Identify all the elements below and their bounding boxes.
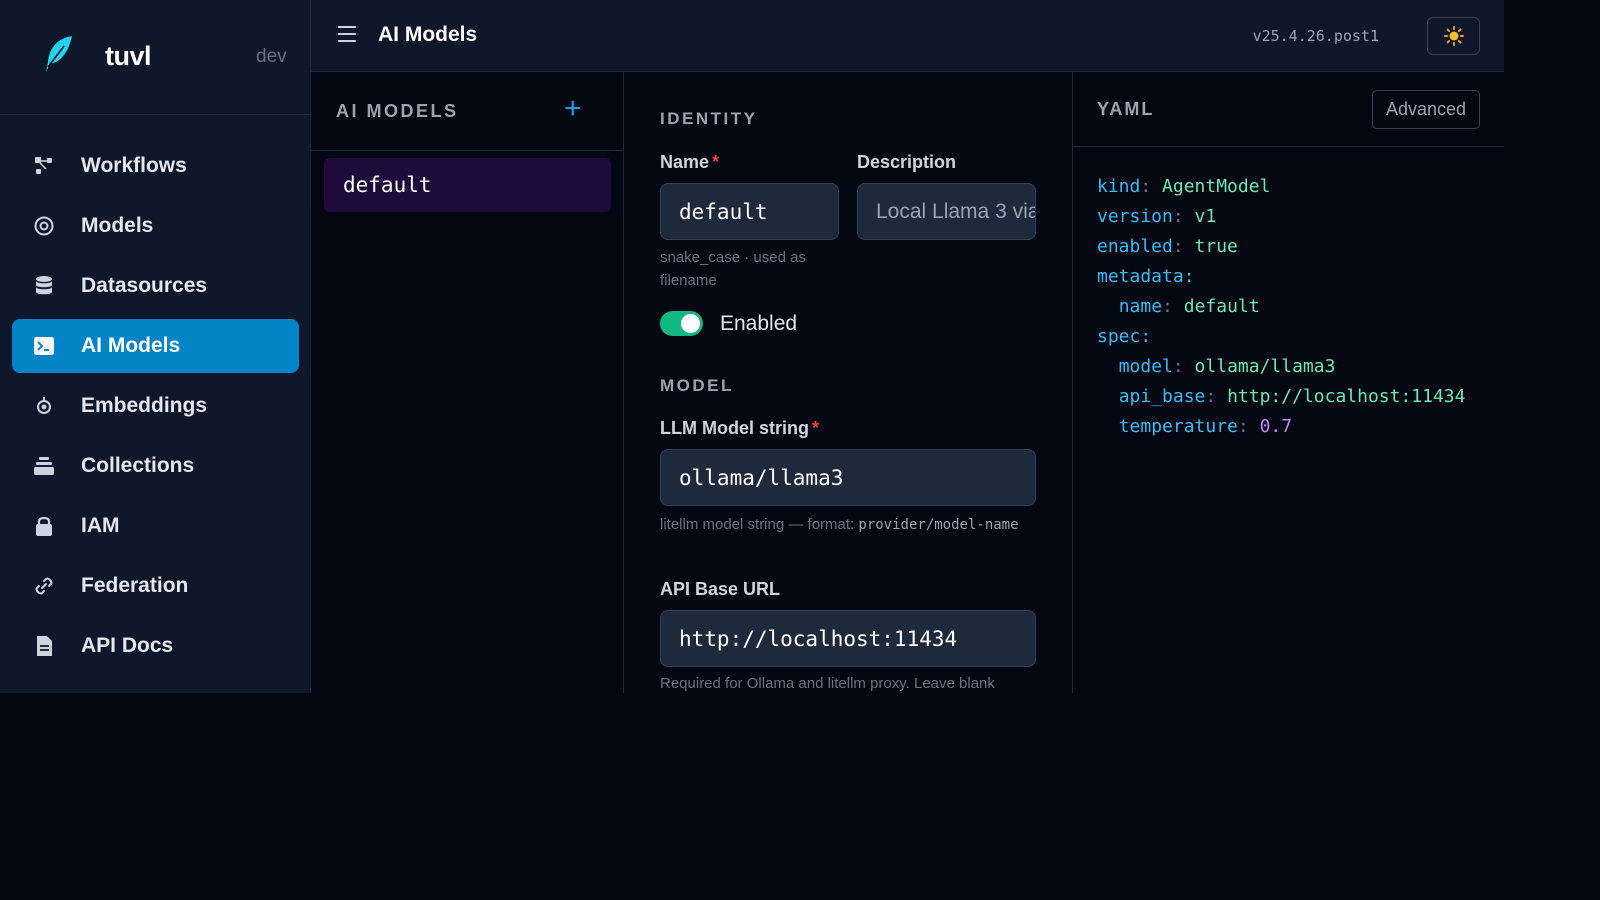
yaml-value: 0.7	[1248, 416, 1293, 437]
sidebar-nav: Workflows Models Datasources AI Models E…	[12, 139, 299, 679]
embeddings-icon	[32, 394, 56, 418]
ai-models-list-panel: AI MODELS + default	[311, 72, 624, 693]
name-input[interactable]: default	[660, 183, 839, 240]
theme-toggle-button[interactable]	[1427, 17, 1480, 55]
sidebar-item-label: Embeddings	[81, 394, 208, 417]
document-icon	[32, 634, 56, 658]
enabled-toggle[interactable]	[660, 311, 703, 336]
brand-name: tuvl	[105, 41, 152, 71]
add-model-button[interactable]: +	[564, 94, 582, 124]
database-icon	[32, 274, 56, 298]
sidebar-item-datasources[interactable]: Datasources	[12, 259, 299, 313]
model-form-panel: IDENTITY Name * default snake_case · used…	[624, 72, 1073, 693]
yaml-code-block: kind: AgentModel version: v1 enabled: true…	[1097, 172, 1465, 442]
yaml-value: http://localhost:11434	[1216, 386, 1466, 407]
description-label: Description	[857, 152, 957, 172]
lock-icon	[32, 514, 56, 538]
page-title: AI Models	[378, 23, 478, 46]
yaml-key: version	[1097, 206, 1173, 227]
sidebar-item-label: Datasources	[81, 274, 208, 297]
sidebar-item-collections[interactable]: Collections	[12, 439, 299, 493]
sidebar-item-label: Collections	[81, 454, 195, 477]
link-icon	[32, 574, 56, 598]
yaml-line: enabled: true	[1097, 236, 1238, 257]
yaml-line: version: v1	[1097, 206, 1217, 227]
yaml-value: true	[1183, 236, 1238, 257]
yaml-key: enabled	[1097, 236, 1173, 257]
llm-model-label: LLM Model string *	[660, 418, 819, 438]
sidebar-item-ai-models[interactable]: AI Models	[12, 319, 299, 373]
yaml-value: ollama/llama3	[1183, 356, 1336, 377]
app-window: tuvl dev Workflows Models Datasources AI…	[0, 0, 1504, 693]
models-icon	[32, 214, 56, 238]
llm-model-hint: litellm model string — format: provider/…	[660, 516, 1019, 533]
yaml-key: kind	[1097, 176, 1141, 197]
collections-icon	[32, 454, 56, 478]
yaml-title: YAML	[1097, 99, 1155, 119]
menu-icon[interactable]	[338, 26, 356, 42]
sidebar-item-federation[interactable]: Federation	[12, 559, 299, 613]
name-label: Name *	[660, 152, 720, 172]
yaml-key: temperature	[1118, 416, 1238, 437]
sidebar-item-label: IAM	[81, 514, 120, 537]
yaml-panel: YAML Advanced kind: AgentModel version: v…	[1073, 72, 1504, 693]
name-hint: snake_case · used as filename	[660, 249, 806, 289]
brand: tuvl dev	[0, 0, 310, 115]
sidebar-item-workflows[interactable]: Workflows	[12, 139, 299, 193]
yaml-value: AgentModel	[1151, 176, 1271, 197]
yaml-key: api_base	[1118, 386, 1206, 407]
yaml-key: spec	[1097, 326, 1141, 347]
sidebar-item-models[interactable]: Models	[12, 199, 299, 253]
yaml-key: name	[1118, 296, 1163, 317]
api-base-hint: Required for Ollama and litellm proxy. L…	[660, 675, 995, 692]
yaml-value: v1	[1183, 206, 1217, 227]
sidebar: tuvl dev Workflows Models Datasources AI…	[0, 0, 311, 693]
sidebar-item-label: Federation	[81, 574, 189, 597]
sidebar-item-label: Workflows	[81, 154, 187, 177]
version-label: v25.4.26.post1	[1252, 27, 1379, 45]
terminal-icon	[32, 334, 56, 358]
sun-icon	[1443, 26, 1464, 46]
sidebar-item-label: Models	[81, 214, 154, 237]
list-title: AI MODELS	[336, 101, 459, 121]
yaml-line: kind: AgentModel	[1097, 176, 1271, 197]
feather-logo-icon	[46, 36, 72, 72]
yaml-line: name: default	[1118, 296, 1260, 317]
api-base-input[interactable]: http://localhost:11434	[660, 610, 1036, 667]
required-indicator: *	[712, 152, 720, 172]
yaml-line: temperature: 0.7	[1118, 416, 1293, 437]
list-item-default[interactable]: default	[324, 158, 611, 212]
yaml-line: api_base: http://localhost:11434	[1118, 386, 1466, 407]
workflows-icon	[32, 154, 56, 178]
sidebar-item-iam[interactable]: IAM	[12, 499, 299, 553]
yaml-header: YAML Advanced	[1073, 72, 1504, 147]
yaml-value: default	[1172, 296, 1260, 317]
required-indicator: *	[811, 418, 819, 438]
environment-badge: dev	[256, 46, 287, 67]
yaml-key: model	[1118, 356, 1173, 377]
sidebar-item-label: AI Models	[81, 334, 181, 357]
sidebar-item-label: API Docs	[81, 634, 174, 657]
identity-section-title: IDENTITY	[660, 109, 758, 128]
sidebar-item-api-docs[interactable]: API Docs	[12, 619, 299, 673]
api-base-label: API Base URL	[660, 579, 781, 599]
model-section-title: MODEL	[660, 376, 734, 395]
advanced-button[interactable]: Advanced	[1371, 90, 1480, 129]
list-header: AI MODELS +	[311, 72, 623, 151]
yaml-line: metadata:	[1097, 266, 1195, 287]
sidebar-item-embeddings[interactable]: Embeddings	[12, 379, 299, 433]
description-input[interactable]: Local Llama 3 via Ollama	[857, 183, 1036, 240]
yaml-key: metadata	[1097, 266, 1184, 287]
yaml-line: model: ollama/llama3	[1118, 356, 1336, 377]
enabled-label: Enabled	[720, 312, 798, 335]
yaml-line: spec:	[1097, 326, 1152, 347]
top-bar: AI Models v25.4.26.post1	[311, 0, 1504, 72]
llm-model-input[interactable]: ollama/llama3	[660, 449, 1036, 506]
